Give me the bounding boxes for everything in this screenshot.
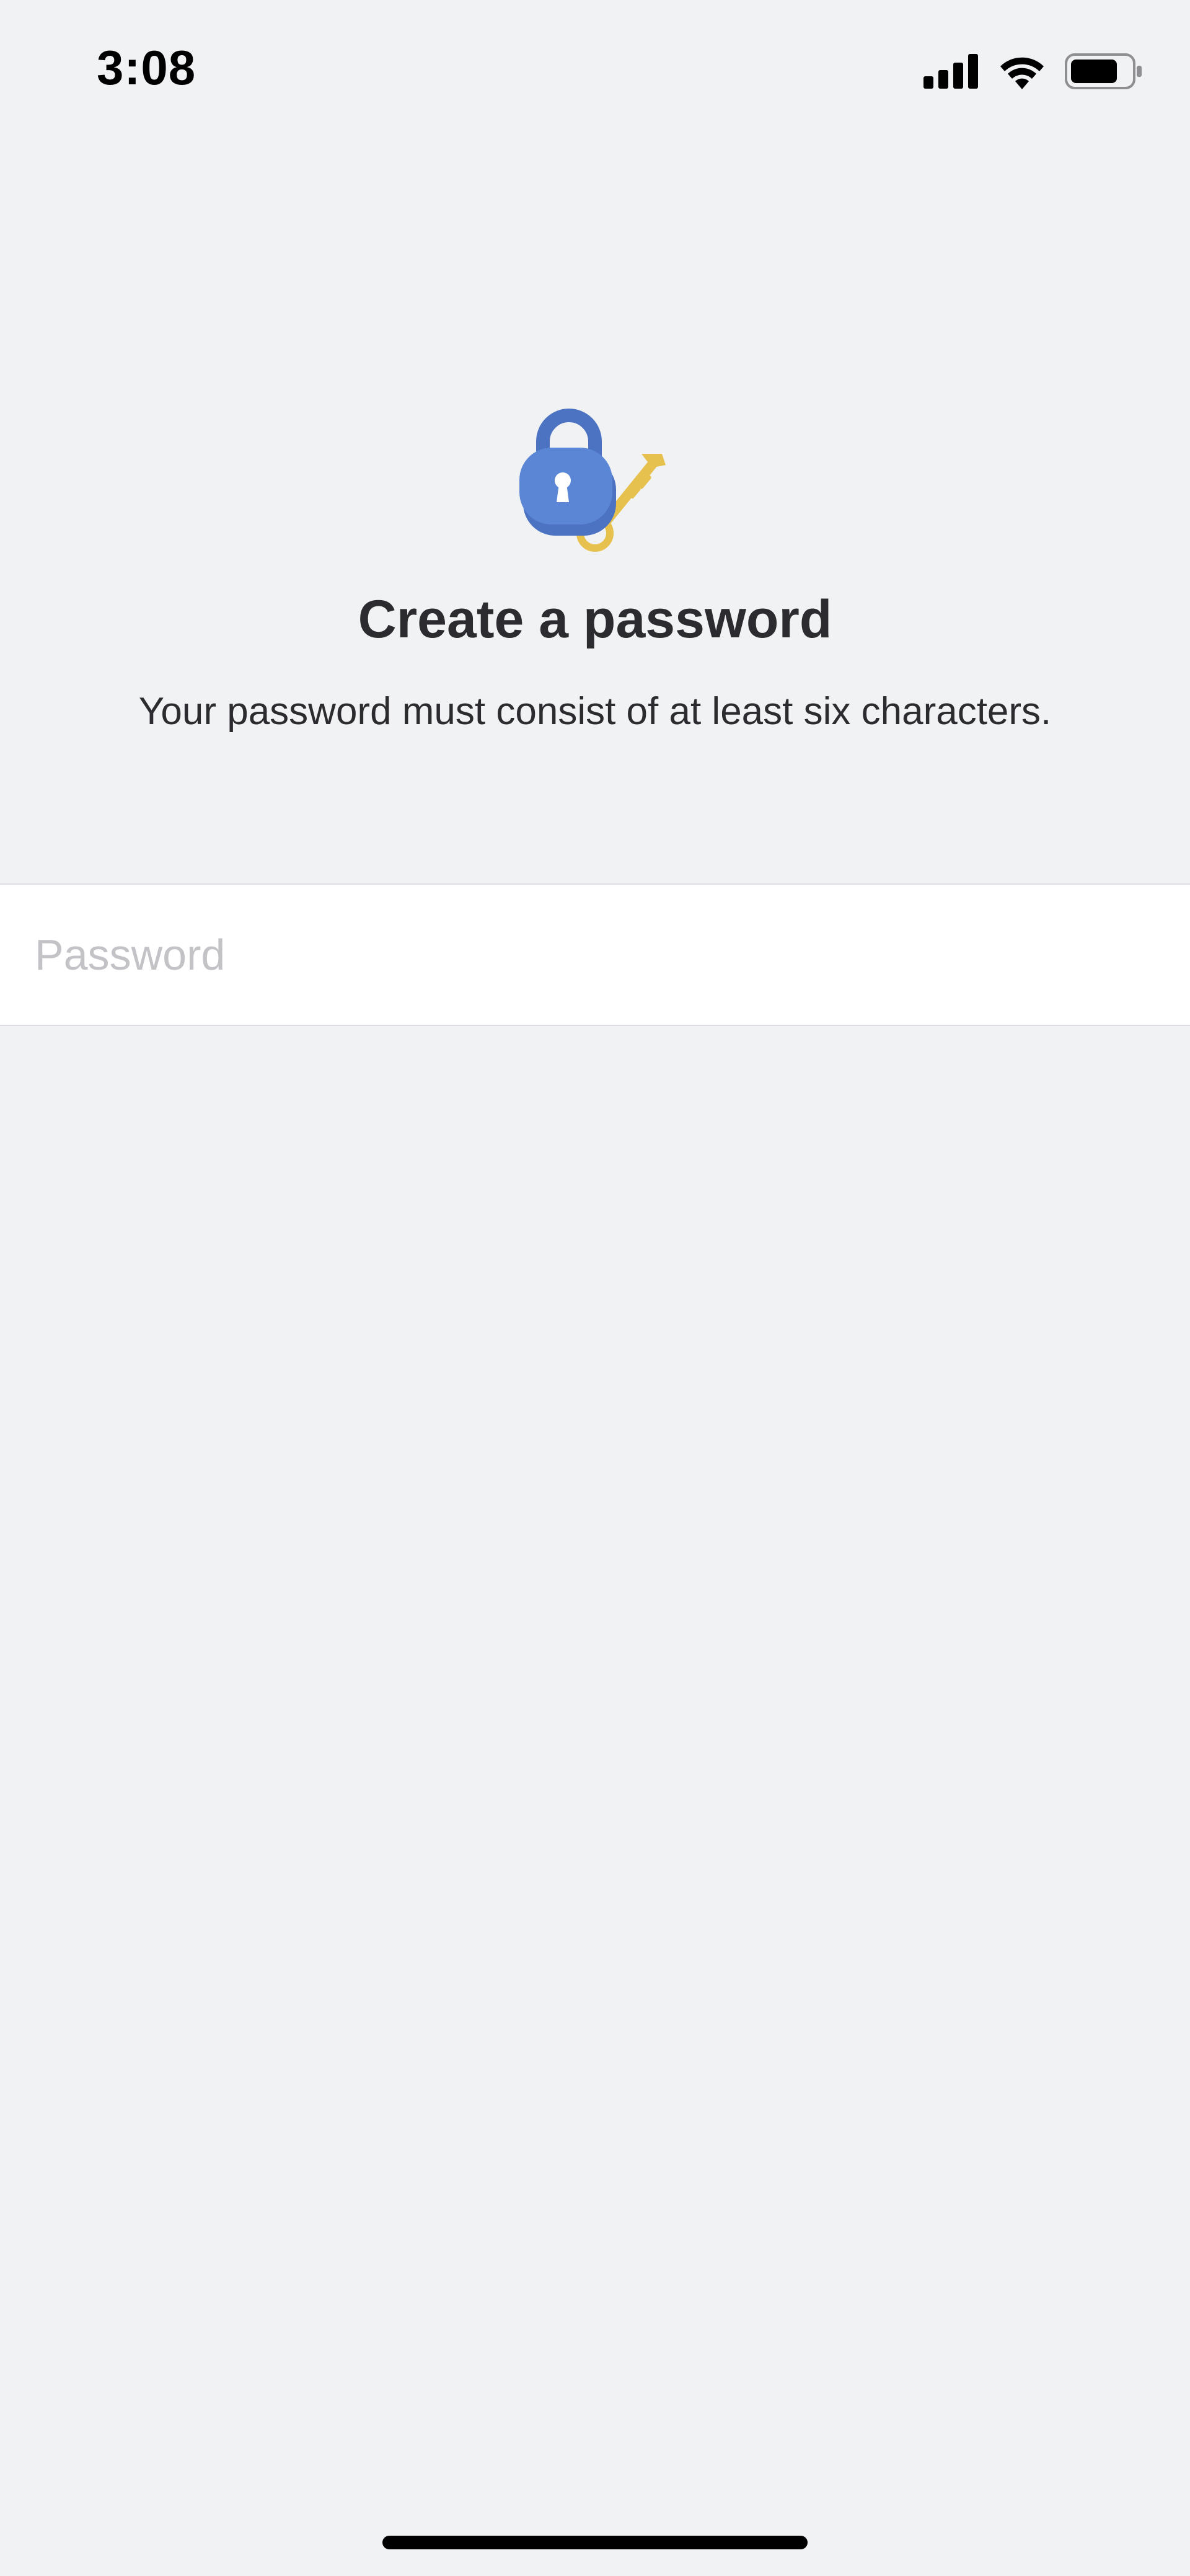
status-time: 3:08 xyxy=(97,40,196,95)
password-field-row xyxy=(0,883,1190,1026)
wifi-icon xyxy=(1000,57,1044,89)
page-title: Create a password xyxy=(358,590,832,649)
home-indicator[interactable] xyxy=(382,2536,808,2549)
password-input[interactable] xyxy=(35,885,1150,1025)
status-icons xyxy=(923,50,1143,93)
padlock-icon xyxy=(519,409,616,536)
page-subtitle: Your password must consist of at least s… xyxy=(138,690,1052,733)
cellular-signal-icon xyxy=(923,54,978,89)
status-bar: 3:08 xyxy=(0,0,1190,143)
battery-icon xyxy=(1065,53,1142,89)
lock-and-key-icon xyxy=(519,409,666,552)
